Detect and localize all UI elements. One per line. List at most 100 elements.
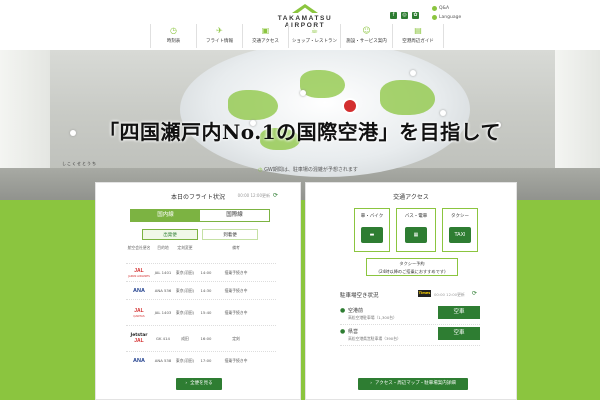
remarks: 搭乗手続き中 — [224, 287, 248, 293]
nav-timetable[interactable]: ◷ 時刻表 — [150, 24, 196, 48]
col-destination: 目的地 — [157, 245, 169, 250]
global-nav: ◷ 時刻表 ✈ フライト情報 ▣ 交通アクセス ☕ ショップ・レストラン ☺ 施… — [150, 24, 444, 48]
parking-name: 県営 — [348, 329, 359, 335]
facebook-icon[interactable]: f — [390, 12, 397, 19]
tab-international[interactable]: 国際線 — [200, 210, 269, 221]
transport-modes: 車・バイク ▬ バス・電車 ▦ タクシー TAXI — [354, 208, 478, 252]
table-row[interactable]: ANA ANA 536 東京(羽田) 14:30 搭乗手続き中 — [126, 281, 276, 299]
nav-label: ショップ・レストラン — [292, 39, 337, 44]
remarks: 搭乗手続き中 — [224, 357, 248, 363]
all-flights-label: 全便を見る — [190, 381, 213, 386]
nav-shops[interactable]: ☕ ショップ・レストラン — [288, 24, 340, 48]
mode-bus-train[interactable]: バス・電車 ▦ — [396, 208, 436, 252]
map-land — [300, 70, 345, 98]
refresh-icon[interactable]: ⟳ — [273, 192, 278, 199]
flight-update-time: 00:00 12:00更新 — [237, 193, 270, 198]
language-link[interactable]: Language — [432, 15, 461, 20]
subtab-departures[interactable]: 出発便 — [142, 229, 198, 240]
table-row[interactable]: Jetstar JAL GK 414 成田 16:00 定刻 — [126, 325, 276, 351]
map-marker — [410, 70, 416, 76]
airline-sub: JAPAN AIRLINES — [128, 273, 150, 278]
parking-title: 駐車場空き状況 — [340, 293, 379, 299]
parking-status: 空車 — [438, 306, 480, 319]
faq-label: Q&A — [439, 6, 450, 11]
subtab-arrivals[interactable]: 到着便 — [202, 229, 258, 240]
flight-tabs: 国内線 国際線 — [130, 209, 270, 222]
taxi-reserve-button[interactable]: タクシー予約 (24時以降のご搭乗におすすめです) — [366, 258, 458, 276]
mode-label: 車・バイク — [360, 214, 384, 219]
remarks: 定刻 — [232, 335, 240, 341]
flight-number: GK 414 — [156, 336, 170, 341]
taxi-icon: TAXI — [449, 227, 471, 243]
notice-bar[interactable]: ◷ GW期間は、駐車場の混雑が予想されます — [98, 163, 518, 175]
flight-number: JAL 1401 — [154, 270, 172, 275]
tab-domestic[interactable]: 国内線 — [131, 210, 200, 221]
parking-row[interactable]: ● 空港前 高松空港駐車場（1,300台） 空車 — [340, 305, 480, 325]
instagram-icon[interactable]: ◎ — [401, 12, 408, 19]
nav-area-guide[interactable]: ▤ 空港周辺ガイド — [392, 24, 444, 48]
hero-title: 「四国瀬戸内No.1の国際空港」を目指して — [98, 120, 502, 144]
table-row[interactable]: JAL QANTAS JAL 1403 東京(羽田) 15:40 搭乗手続き中 — [126, 299, 276, 325]
nav-flight-info[interactable]: ✈ フライト情報 — [196, 24, 242, 48]
nav-label: フライト情報 — [206, 39, 233, 44]
remarks: 搭乗手続き中 — [224, 309, 248, 315]
scheduled-time: 16:00 — [200, 336, 212, 341]
mode-car[interactable]: 車・バイク ▬ — [354, 208, 390, 252]
access-details-button[interactable]: › アクセス・周辺マップ・駐車場案内詳細 — [358, 378, 468, 390]
nav-access[interactable]: ▣ 交通アクセス — [242, 24, 288, 48]
airline-name: ANA — [133, 287, 145, 294]
service-icon: ☺ — [362, 26, 371, 35]
flight-number: ANA 538 — [154, 358, 172, 363]
airline-logo: JAL QANTAS — [126, 308, 152, 318]
clock-icon: ◷ — [170, 26, 177, 35]
mode-taxi[interactable]: タクシー TAXI — [442, 208, 478, 252]
location-pin-icon: ● — [340, 307, 346, 314]
scheduled-time: 14:30 — [200, 288, 212, 293]
refresh-icon[interactable]: ⟳ — [472, 290, 477, 297]
table-row[interactable]: ANA ANA 538 東京(羽田) 17:00 搭乗手続き中 — [126, 351, 276, 369]
table-row[interactable]: JAL JAPAN AIRLINES JAL 1401 東京(羽田) 14:00 … — [126, 263, 276, 281]
tripadvisor-icon[interactable]: ✿ — [412, 12, 419, 19]
all-flights-button[interactable]: › 全便を見る — [176, 378, 222, 390]
airline-logo: ANA — [126, 288, 152, 294]
nav-label: 施設・サービス案内 — [346, 39, 387, 44]
airline-logo: ANA — [126, 358, 152, 364]
language-label: Language — [439, 15, 462, 20]
faq-icon — [432, 6, 437, 11]
arrow-right-icon: › — [370, 381, 373, 386]
parking-status: 空車 — [438, 327, 480, 340]
social-links: f ◎ ✿ — [390, 12, 419, 19]
faq-link[interactable]: Q&A — [432, 6, 449, 11]
flight-table-body: JAL JAPAN AIRLINES JAL 1401 東京(羽田) 14:00 … — [126, 263, 276, 369]
airline-name: ANA — [133, 357, 145, 364]
flight-number: JAL 1403 — [154, 310, 172, 315]
nav-facilities[interactable]: ☺ 施設・サービス案内 — [340, 24, 392, 48]
airline-sub: JAL — [134, 338, 144, 344]
nav-label: 交通アクセス — [252, 39, 279, 44]
bus-icon: ▦ — [405, 227, 427, 243]
hero-ruby: しこくせとうち — [62, 161, 97, 166]
access-panel: 交通アクセス 車・バイク ▬ バス・電車 ▦ タクシー TAXI タクシー予約 … — [305, 182, 517, 400]
bus-icon: ▣ — [261, 26, 270, 35]
col-remarks: 備考 — [232, 245, 240, 250]
airport-emblem-icon — [342, 98, 358, 114]
scheduled-time: 15:40 — [200, 310, 212, 315]
airline-logo: JAL JAPAN AIRLINES — [126, 268, 152, 278]
destination: 東京(羽田) — [175, 287, 195, 293]
col-airline: 航空会社便名 — [127, 245, 151, 250]
map-marker — [300, 90, 306, 96]
destination: 成田 — [181, 335, 189, 341]
nav-label: 空港周辺ガイド — [402, 39, 434, 44]
taxi-reserve-note: (24時以降のご搭乗におすすめです) — [378, 269, 446, 274]
destination: 東京(羽田) — [175, 269, 195, 275]
airline-sub: QANTAS — [133, 313, 145, 318]
plane-icon: ✈ — [216, 26, 223, 35]
parking-row[interactable]: ● 県営 高松空港県営駐車場（390台） 空車 — [340, 326, 480, 346]
flight-table-header: 航空会社便名 目的地 定刻変更 備考 — [126, 245, 276, 251]
guide-icon: ▤ — [414, 26, 422, 35]
parking-update-time: 00:00 12:00更新 — [434, 292, 465, 297]
destination: 東京(羽田) — [175, 309, 195, 315]
nav-label: 時刻表 — [166, 39, 181, 44]
scheduled-time: 14:00 — [200, 270, 212, 275]
parking-name: 空港前 — [348, 308, 364, 314]
